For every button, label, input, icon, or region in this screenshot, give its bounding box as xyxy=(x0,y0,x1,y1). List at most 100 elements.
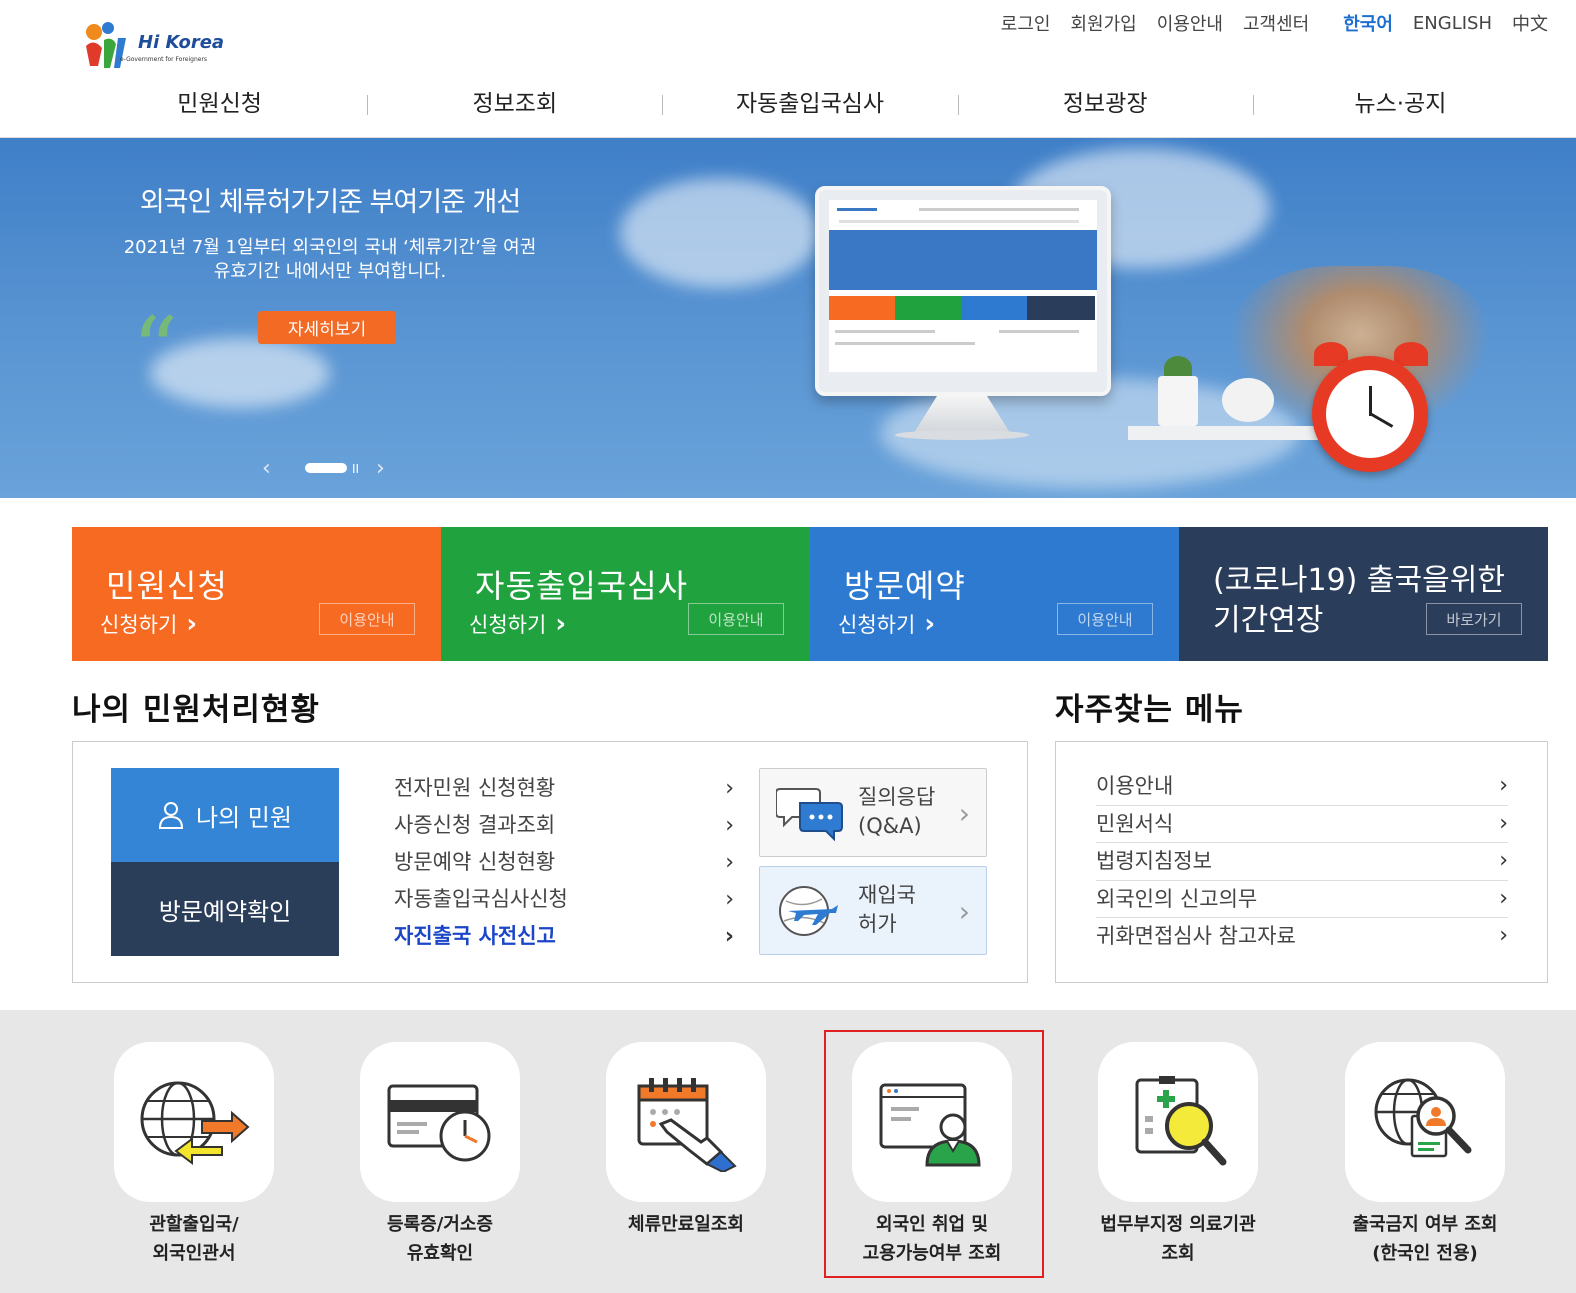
tile-civil-petition[interactable]: 민원신청 신청하기 이용안내 xyxy=(72,527,441,661)
join-link[interactable]: 회원가입 xyxy=(1070,10,1136,36)
tile-auto-immigration[interactable]: 자동출입국심사 신청하기 이용안내 xyxy=(441,527,810,661)
list-item[interactable]: 전자민원 신청현황 › xyxy=(394,770,734,807)
list-item-label: 전자민원 신청현황 xyxy=(394,776,556,800)
banner-more-button[interactable]: 자세히보기 xyxy=(258,311,396,344)
main-banner: 외국인 체류허가기준 부여기준 개선 2021년 7월 1일부터 외국인의 국내… xyxy=(0,138,1576,498)
login-link[interactable]: 로그인 xyxy=(1001,10,1051,36)
user-icon xyxy=(159,802,184,829)
tile-title: 방문예약 xyxy=(844,567,966,605)
calendar-hand-icon xyxy=(606,1042,766,1202)
list-item[interactable]: 자동출입국심사신청 › xyxy=(394,881,734,918)
chevron-right-icon: › xyxy=(725,776,734,801)
tile-title: 자동출입국심사 xyxy=(475,567,689,605)
chevron-right-icon: › xyxy=(1499,848,1508,873)
monitor-base xyxy=(895,430,1029,440)
banner-title: 외국인 체류허가기준 부여기준 개선 xyxy=(139,187,521,218)
favorite-item-label: 외국인의 신고의무 xyxy=(1096,886,1258,911)
chevron-right-icon: › xyxy=(725,813,734,838)
list-item[interactable]: 방문예약 신청현황 › xyxy=(394,844,734,881)
qa-label-line: (Q&A) xyxy=(858,814,922,838)
favorite-item[interactable]: 외국인의 신고의무 › xyxy=(1096,881,1508,918)
banner-desc-line: 2021년 7월 1일부터 외국인의 국내 ‘체류기간’을 여권 xyxy=(123,237,537,258)
list-item-label: 자진출국 사전신고 xyxy=(394,924,556,948)
favorite-item-label: 법령지침정보 xyxy=(1096,849,1212,873)
service-departure-ban[interactable]: 출국금지 여부 조회 (한국인 전용) xyxy=(1345,1042,1505,1268)
qa-label: 질의응답 (Q&A) xyxy=(858,783,935,841)
service-label: 출국금지 여부 조회 (한국인 전용) xyxy=(1352,1214,1498,1264)
list-item-label: 방문예약 신청현황 xyxy=(394,850,556,874)
banner-description: 2021년 7월 1일부터 외국인의 국내 ‘체류기간’을 여권 유효기간 내에… xyxy=(0,236,660,284)
favorite-item[interactable]: 민원서식 › xyxy=(1096,806,1508,843)
favorite-item[interactable]: 이용안내 › xyxy=(1096,768,1508,806)
service-label: 체류만료일조회 xyxy=(628,1214,744,1235)
tile-apply-link[interactable]: 신청하기 xyxy=(838,609,935,639)
utility-menu: 로그인 회원가입 이용안내 고객센터 한국어 ENGLISH 中文 xyxy=(981,10,1548,36)
tile-apply-link[interactable]: 신청하기 xyxy=(469,609,566,639)
plant-pot xyxy=(1158,376,1198,426)
lang-chinese[interactable]: 中文 xyxy=(1512,10,1548,36)
banner-pause-icon[interactable]: II xyxy=(352,462,359,476)
chevron-right-icon: › xyxy=(1499,885,1508,911)
tile-apply-link[interactable]: 신청하기 xyxy=(100,609,197,639)
nav-civil-petition[interactable]: 민원신청 xyxy=(72,82,367,126)
my-civil-button[interactable]: 나의 민원 xyxy=(111,768,339,862)
favorite-item-label: 민원서식 xyxy=(1096,811,1174,836)
lang-korean[interactable]: 한국어 xyxy=(1343,10,1393,36)
nav-info-plaza[interactable]: 정보광장 xyxy=(957,82,1253,126)
banner-prev-icon[interactable]: ‹ xyxy=(262,456,271,481)
chevron-right-icon: › xyxy=(724,924,734,949)
main-nav: 민원신청 정보조회 자동출입국심사 정보광장 뉴스·공지 xyxy=(72,82,1548,126)
service-stay-expiry[interactable]: 체류만료일조회 xyxy=(606,1042,766,1239)
banner-desc-line: 유효기간 내에서만 부여합니다. xyxy=(213,261,447,282)
list-item-label: 사증신청 결과조회 xyxy=(394,813,556,837)
list-item[interactable]: 사증신청 결과조회 › xyxy=(394,807,734,844)
favorites-title: 자주찾는 메뉴 xyxy=(1055,692,1244,728)
nav-news-notice[interactable]: 뉴스·공지 xyxy=(1252,82,1548,126)
qa-label-line: 질의응답 xyxy=(858,785,936,809)
card-clock-icon xyxy=(360,1042,520,1202)
chevron-right-icon: › xyxy=(1499,773,1508,798)
favorite-item-label: 이용안내 xyxy=(1096,774,1174,798)
tile-shortcut-button[interactable]: 바로가기 xyxy=(1426,603,1522,635)
tile-guide-button[interactable]: 이용안내 xyxy=(1057,603,1153,635)
favorites-list: 이용안내 › 민원서식 › 법령지침정보 › 외국인의 신고의무 › 귀화면접심사 참고… xyxy=(1096,768,1508,956)
favorite-item[interactable]: 법령지침정보 › xyxy=(1096,843,1508,881)
favorite-item[interactable]: 귀화면접심사 참고자료 › xyxy=(1096,918,1508,956)
tile-guide-button[interactable]: 이용안내 xyxy=(688,603,784,635)
service-label: 법무부지정 의료기관 조회 xyxy=(1100,1214,1256,1264)
header: Hi Korea e-Government for Foreigners 로그인… xyxy=(0,0,1576,138)
piggy-bank-icon xyxy=(1222,378,1274,422)
tile-title: 민원신청 xyxy=(106,567,228,605)
monitor-illustration xyxy=(815,186,1111,396)
reentry-label-line: 재입국 xyxy=(858,883,916,907)
chevron-right-icon: › xyxy=(958,797,970,830)
globe-exchange-icon xyxy=(114,1042,274,1202)
reentry-permit-box[interactable]: 재입국 허가 › xyxy=(759,866,987,955)
service-immigration-office[interactable]: 관할출입국/ 외국인관서 xyxy=(114,1042,274,1268)
list-item-highlighted[interactable]: 자진출국 사전신고 › xyxy=(394,918,734,955)
tile-visit-reservation[interactable]: 방문예약 신청하기 이용안내 xyxy=(810,527,1179,661)
chevron-right-icon: › xyxy=(1499,810,1508,836)
guide-link[interactable]: 이용안내 xyxy=(1157,10,1223,36)
alarm-clock-icon xyxy=(1312,356,1428,472)
hikorea-logo[interactable]: Hi Korea e-Government for Foreigners xyxy=(80,18,240,70)
my-civil-label: 나의 민원 xyxy=(196,803,292,832)
chevron-right-icon: › xyxy=(725,887,734,912)
qa-box[interactable]: 질의응답 (Q&A) › xyxy=(759,768,987,857)
nav-auto-immigration[interactable]: 자동출입국심사 xyxy=(662,82,957,126)
tile-guide-button[interactable]: 이용안내 xyxy=(319,603,415,635)
my-status-title: 나의 민원처리현황 xyxy=(72,692,320,728)
quick-tiles: 민원신청 신청하기 이용안내 자동출입국심사 신청하기 이용안내 방문예약 신청… xyxy=(72,527,1548,661)
service-medical-institution[interactable]: 법무부지정 의료기관 조회 xyxy=(1098,1042,1258,1268)
banner-indicator-active[interactable] xyxy=(305,463,347,473)
tile-title-line: (코로나19) 출국을위한 xyxy=(1213,563,1505,598)
support-link[interactable]: 고객센터 xyxy=(1243,10,1309,36)
logo-tagline: e-Government for Foreigners xyxy=(120,56,208,63)
tile-covid-extension[interactable]: (코로나19) 출국을위한 기간연장 바로가기 xyxy=(1179,527,1548,661)
lang-english[interactable]: ENGLISH xyxy=(1413,13,1492,34)
list-item-label: 자동출입국심사신청 xyxy=(394,887,568,911)
banner-next-icon[interactable]: › xyxy=(376,456,385,481)
visit-check-button[interactable]: 방문예약확인 xyxy=(111,862,339,956)
nav-info-lookup[interactable]: 정보조회 xyxy=(367,82,662,126)
service-card-validity[interactable]: 등록증/거소증 유효확인 xyxy=(360,1042,520,1268)
